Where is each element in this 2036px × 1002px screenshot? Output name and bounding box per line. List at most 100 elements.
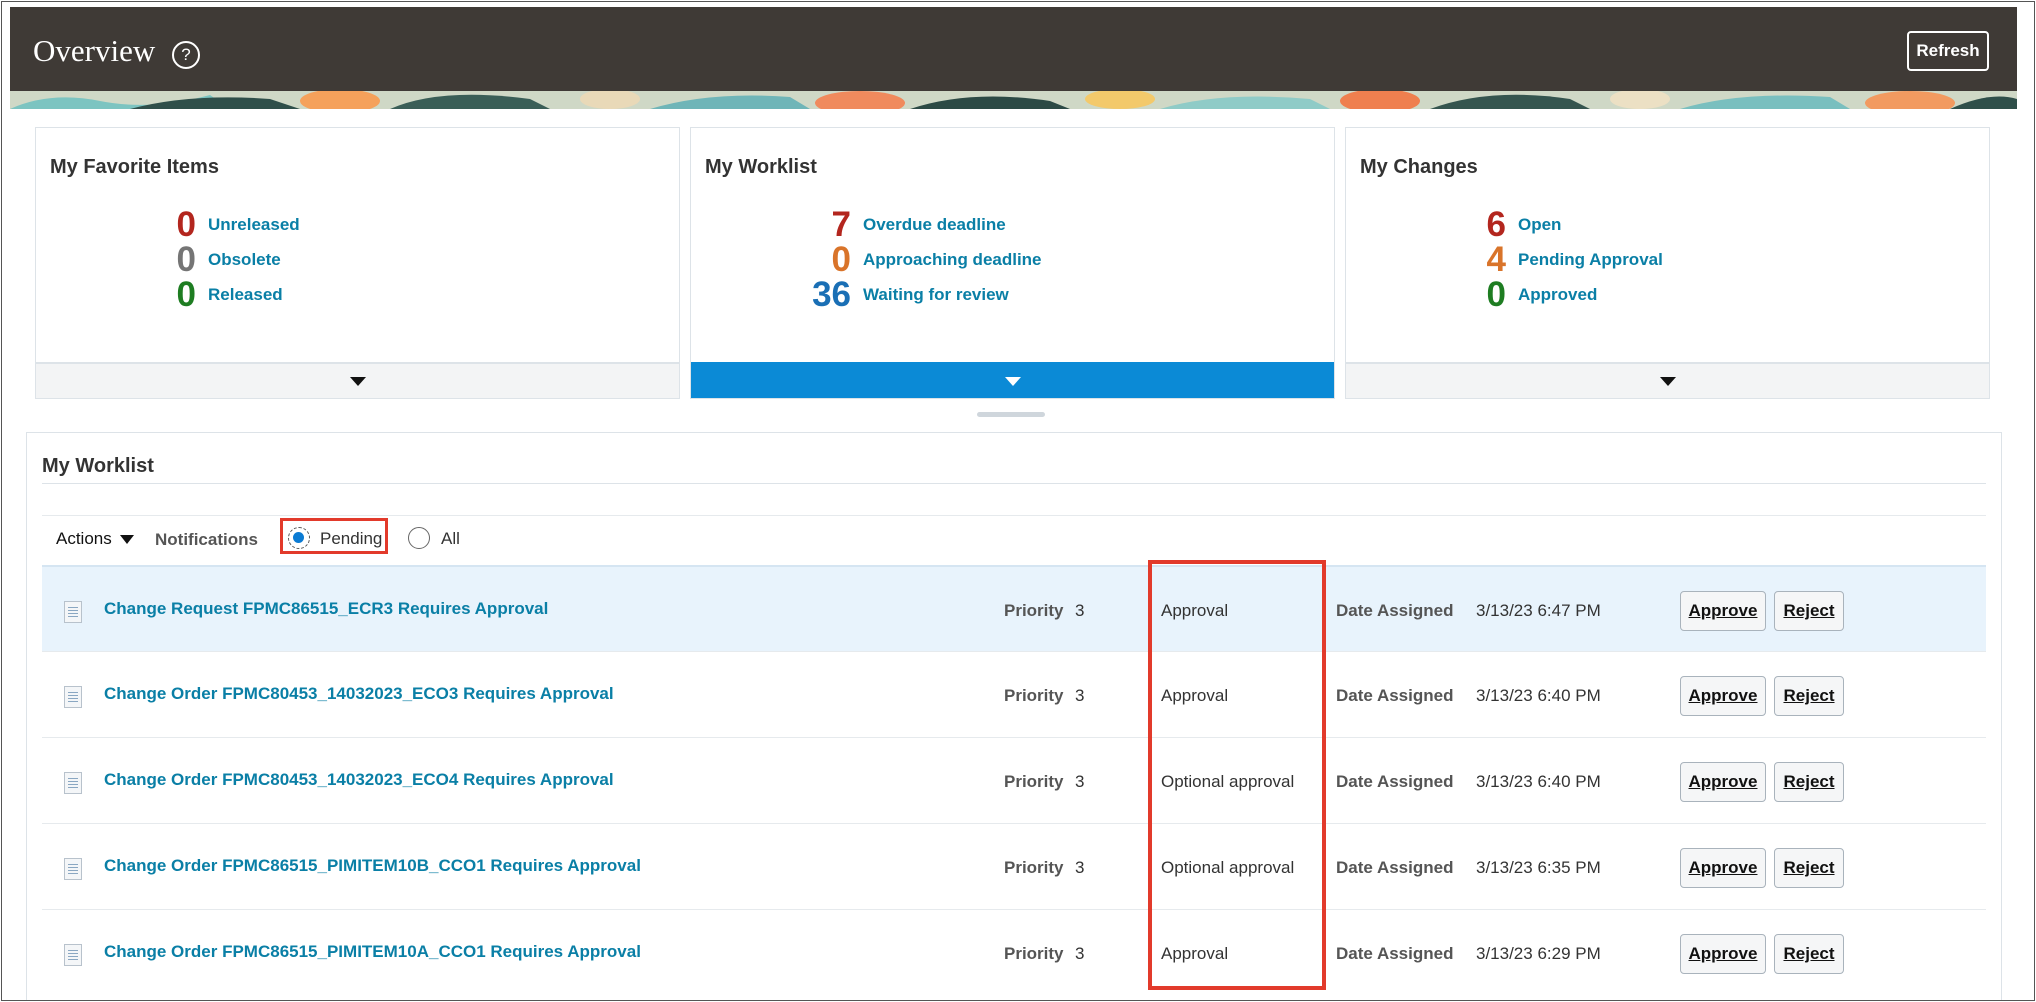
metric-obsolete[interactable]: 0 Obsolete [136, 240, 281, 279]
date-assigned-value: 3/13/23 6:47 PM [1476, 601, 1601, 620]
infolet-expand-button[interactable] [36, 362, 679, 398]
table-row[interactable]: Change Order FPMC86515_PIMITEM10B_CCO1 R… [42, 823, 1986, 909]
reject-label: Reject [1783, 944, 1835, 963]
metric-open[interactable]: 6 Open [1446, 205, 1562, 244]
actions-menu[interactable]: Actions [56, 529, 134, 549]
metric-link[interactable]: Approaching deadline [863, 250, 1042, 270]
reject-button[interactable]: Reject [1774, 591, 1844, 631]
metric-link[interactable]: Overdue deadline [863, 215, 1006, 235]
priority-label: Priority [1004, 772, 1064, 791]
table-row[interactable]: Change Order FPMC86515_PIMITEM10A_CCO1 R… [42, 909, 1986, 995]
reject-label: Reject [1783, 686, 1835, 705]
approval-type: Approval [1161, 601, 1229, 620]
metric-count: 0 [176, 240, 196, 279]
reject-button[interactable]: Reject [1774, 934, 1844, 974]
date-assigned-label: Date Assigned [1336, 686, 1454, 705]
approve-label: Approve [1688, 772, 1758, 791]
infolet-my-changes: My Changes 6 Open 4 Pending Approval 0 A… [1345, 127, 1990, 399]
approve-button[interactable]: Approve [1680, 676, 1766, 716]
date-assigned-value: 3/13/23 6:35 PM [1476, 858, 1601, 877]
metric-link[interactable]: Open [1518, 215, 1561, 235]
infolet-title: My Changes [1360, 156, 1478, 178]
metric-released[interactable]: 0 Released [136, 275, 283, 314]
infolet-my-worklist: My Worklist 7 Overdue deadline 0 Approac… [690, 127, 1335, 399]
infolet-expand-button[interactable] [691, 362, 1334, 398]
approve-label: Approve [1688, 858, 1758, 877]
reject-button[interactable]: Reject [1774, 676, 1844, 716]
task-title-link[interactable]: Change Order FPMC80453_14032023_ECO4 Req… [104, 770, 614, 790]
approval-type: Approval [1161, 944, 1229, 963]
priority-label: Priority [1004, 944, 1064, 963]
table-row[interactable]: Change Request FPMC86515_ECR3 Requires A… [42, 565, 1986, 651]
caret-down-icon [349, 376, 366, 386]
approval-type: Approval [1161, 686, 1229, 705]
metric-count: 0 [176, 275, 196, 314]
infolet-expand-button[interactable] [1346, 362, 1989, 398]
task-title-link[interactable]: Change Order FPMC86515_PIMITEM10A_CCO1 R… [104, 942, 641, 962]
approve-button[interactable]: Approve [1680, 762, 1766, 802]
divider [42, 483, 1986, 484]
task-title-link[interactable]: Change Order FPMC86515_PIMITEM10B_CCO1 R… [104, 856, 641, 876]
metric-waiting-for-review[interactable]: 36 Waiting for review [791, 275, 1009, 314]
priority-value: 3 [1075, 944, 1085, 963]
reject-label: Reject [1783, 601, 1835, 620]
approve-label: Approve [1688, 601, 1758, 620]
worklist-region: My Worklist Actions Notifications Pendin… [26, 432, 2002, 1000]
metric-count: 0 [831, 240, 851, 279]
date-assigned-value: 3/13/23 6:40 PM [1476, 772, 1601, 791]
splitter-handle[interactable] [977, 412, 1045, 417]
metric-link[interactable]: Pending Approval [1518, 250, 1663, 270]
date-assigned-label: Date Assigned [1336, 858, 1454, 877]
infolet-my-favorite-items: My Favorite Items 0 Unreleased 0 Obsolet… [35, 127, 680, 399]
approve-button[interactable]: Approve [1680, 934, 1766, 974]
task-title-link[interactable]: Change Request FPMC86515_ECR3 Requires A… [104, 599, 548, 619]
metric-approaching-deadline[interactable]: 0 Approaching deadline [791, 240, 1042, 279]
priority-label: Priority [1004, 858, 1064, 877]
page-header: Overview ? Refresh [10, 7, 2017, 91]
approval-type: Optional approval [1161, 858, 1295, 877]
priority-label: Priority [1004, 601, 1064, 620]
metric-count: 0 [1486, 275, 1506, 314]
document-icon [64, 686, 82, 708]
metric-link[interactable]: Approved [1518, 285, 1597, 305]
date-assigned-label: Date Assigned [1336, 944, 1454, 963]
metric-unreleased[interactable]: 0 Unreleased [136, 205, 300, 244]
metric-count: 0 [176, 205, 196, 244]
caret-down-icon [1659, 376, 1676, 386]
approve-button[interactable]: Approve [1680, 848, 1766, 888]
page-title: Overview [33, 33, 156, 68]
metric-overdue-deadline[interactable]: 7 Overdue deadline [791, 205, 1006, 244]
notifications-label: Notifications [155, 530, 258, 549]
table-row[interactable]: Change Order FPMC80453_14032023_ECO4 Req… [42, 737, 1986, 823]
section-title: My Worklist [42, 455, 154, 477]
app-frame: Overview ? Refresh My Favorite Items 0 U… [1, 1, 2035, 1001]
document-icon [64, 601, 82, 623]
refresh-button[interactable]: Refresh [1907, 31, 1989, 71]
radio-all[interactable] [408, 527, 430, 549]
reject-label: Reject [1783, 858, 1835, 877]
infolet-title: My Worklist [705, 156, 817, 178]
radio-pending[interactable] [288, 527, 310, 549]
reject-label: Reject [1783, 772, 1835, 791]
caret-down-icon [1004, 376, 1021, 386]
help-icon[interactable]: ? [172, 41, 200, 69]
priority-value: 3 [1075, 686, 1085, 705]
metric-count: 36 [812, 275, 851, 314]
metric-link[interactable]: Waiting for review [863, 285, 1009, 305]
reject-button[interactable]: Reject [1774, 762, 1844, 802]
document-icon [64, 944, 82, 966]
approve-label: Approve [1688, 686, 1758, 705]
table-row[interactable]: Change Order FPMC80453_14032023_ECO3 Req… [42, 651, 1986, 737]
approval-type: Optional approval [1161, 772, 1295, 791]
metric-approved[interactable]: 0 Approved [1446, 275, 1598, 314]
radio-pending-label[interactable]: Pending [320, 529, 382, 549]
approve-button[interactable]: Approve [1680, 591, 1766, 631]
radio-all-label[interactable]: All [441, 529, 460, 549]
metric-pending-approval[interactable]: 4 Pending Approval [1446, 240, 1663, 279]
metric-link[interactable]: Released [208, 285, 283, 305]
metric-link[interactable]: Unreleased [208, 215, 300, 235]
task-title-link[interactable]: Change Order FPMC80453_14032023_ECO3 Req… [104, 684, 614, 704]
metric-link[interactable]: Obsolete [208, 250, 281, 270]
actions-label: Actions [56, 529, 112, 548]
reject-button[interactable]: Reject [1774, 848, 1844, 888]
